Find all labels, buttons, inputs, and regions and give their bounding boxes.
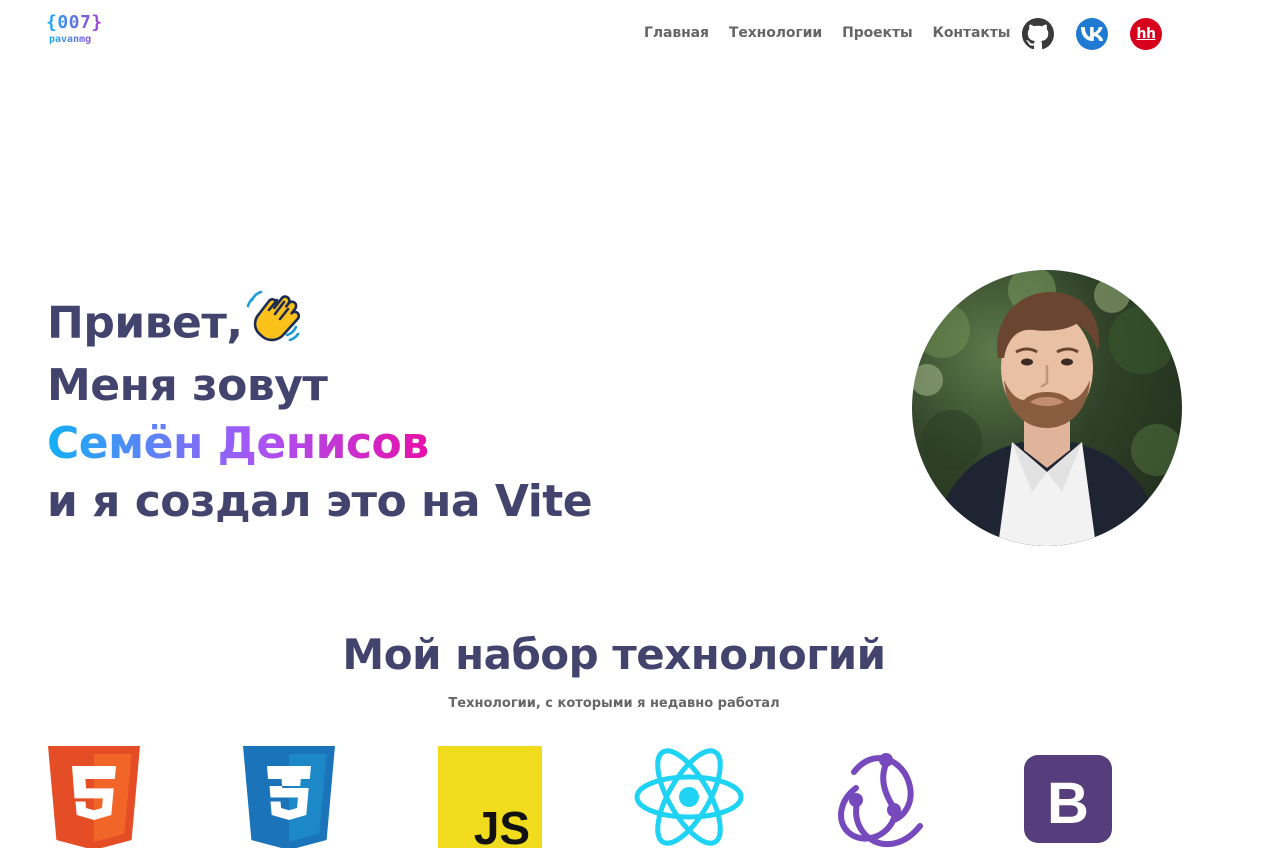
vk-icon[interactable]	[1076, 18, 1108, 50]
social-links: hh	[1022, 18, 1162, 50]
redux-icon	[828, 748, 932, 848]
avatar	[912, 270, 1182, 546]
main-nav: Главная Технологии Проекты Контакты	[644, 25, 1010, 41]
hero-name: Семён Денисов	[47, 418, 429, 469]
nav-link-home[interactable]: Главная	[644, 25, 709, 41]
css3-icon	[243, 746, 335, 848]
hero-intro: Меня зовут	[47, 360, 328, 411]
github-icon[interactable]	[1022, 18, 1054, 50]
logo[interactable]: {007} pavanmg	[46, 14, 103, 45]
bootstrap-logo-text: B	[1047, 771, 1089, 836]
hero-greeting-line: Привет,	[47, 290, 592, 357]
logo-code: {007}	[46, 12, 103, 33]
nav-link-technologies[interactable]: Технологии	[729, 25, 822, 41]
javascript-icon: JS	[438, 746, 542, 848]
logo-name: pavanmg	[49, 35, 103, 45]
hero-section: Привет, Меня зовут Семён Денисов и я соз…	[47, 290, 593, 531]
bootstrap-icon: B	[1024, 755, 1112, 843]
nav-link-projects[interactable]: Проекты	[842, 25, 913, 41]
html5-icon	[48, 746, 140, 848]
hero-tagline: и я создал это на Vite	[47, 476, 593, 527]
hh-icon[interactable]: hh	[1130, 18, 1162, 50]
hero-name-line: Семён Денисов	[47, 415, 592, 473]
waving-hand-icon	[245, 286, 301, 357]
nav-link-contacts[interactable]: Контакты	[933, 25, 1011, 41]
js-logo-text: JS	[474, 802, 530, 848]
hero-greeting: Привет,	[47, 297, 243, 349]
react-icon	[633, 748, 745, 848]
tech-section-subtitle: Технологии, с которыми я недавно работал	[448, 696, 780, 711]
tech-section-title: Мой набор технологий	[342, 630, 886, 679]
